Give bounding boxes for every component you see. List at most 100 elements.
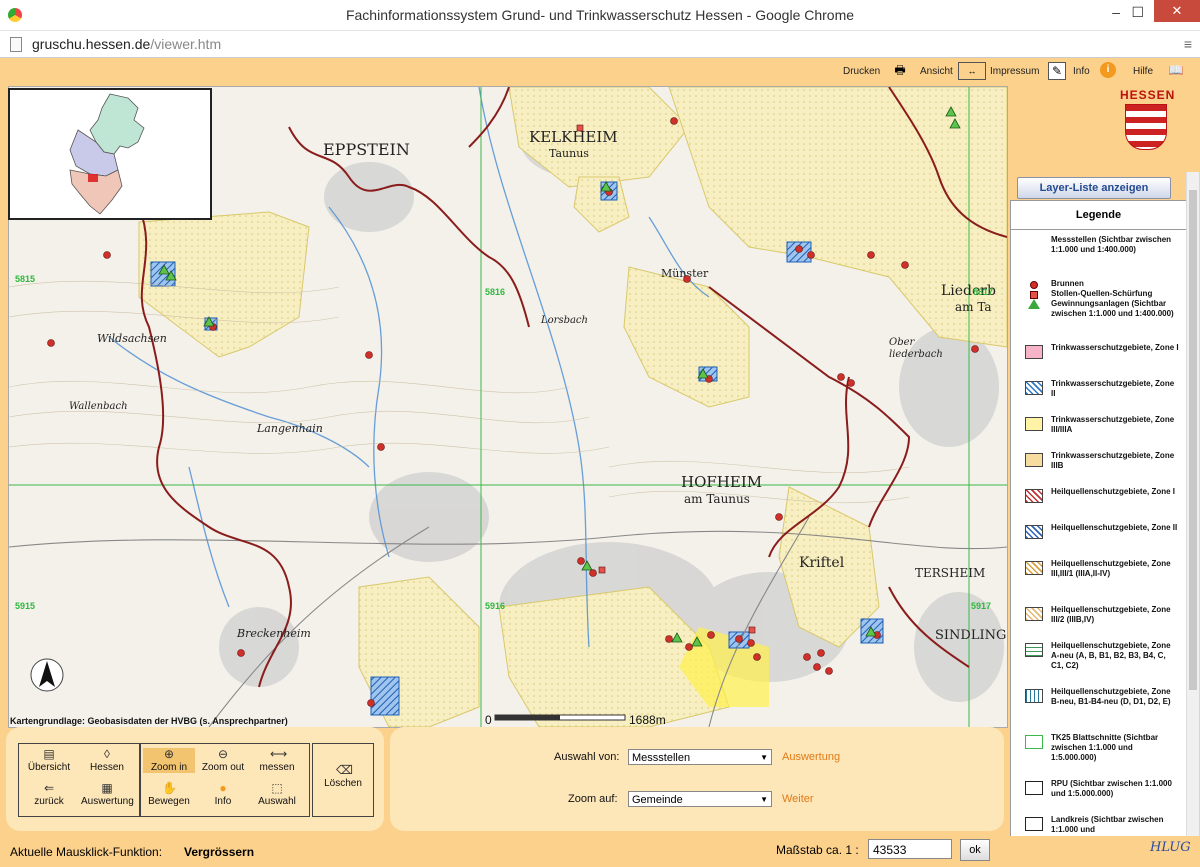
legend-item-label: Landkreis (Sichtbar zwischen 1:1.000 und — [1051, 815, 1164, 834]
help-link[interactable]: Hilfe — [1133, 66, 1153, 77]
nav-tool-group: ▤ Übersicht ◊ Hessen ⇐ zurück ▦ Auswertung — [18, 743, 140, 817]
url-text[interactable]: gruschu.hessen.de/viewer.htm — [32, 36, 221, 52]
evaluation-button[interactable]: ▦ Auswertung — [81, 781, 134, 808]
zoom-out-icon: ⊖ — [217, 747, 229, 761]
hlug-logo: HLUG — [1150, 840, 1191, 855]
grid-label: 5915 — [15, 601, 35, 611]
legend-swatch-icon — [1025, 781, 1043, 795]
legend-swatch-icon — [1025, 607, 1043, 621]
evaluation-link[interactable]: Auswertung — [782, 751, 840, 763]
info-tool-icon: ● — [219, 781, 227, 795]
url-host: gruschu.hessen.de — [32, 36, 151, 52]
minimize-icon[interactable]: – — [1112, 4, 1120, 20]
label-liederbach-lower: liederbach — [889, 349, 943, 360]
url-path: /viewer.htm — [150, 36, 222, 52]
map-credit: Kartengrundlage: Geobasisdaten der HVBG … — [10, 716, 288, 726]
imprint-link[interactable]: Impressum — [990, 66, 1039, 77]
zoom-to-value: Gemeinde — [632, 794, 683, 806]
pan-button[interactable]: ✋ Bewegen — [143, 781, 195, 808]
scale-label: Maßstab ca. 1 : — [776, 843, 859, 857]
close-icon[interactable]: ✕ — [1154, 0, 1200, 22]
layer-list-button[interactable]: Layer-Liste anzeigen — [1017, 177, 1171, 199]
hessen-button[interactable]: ◊ Hessen — [81, 748, 133, 774]
select-label: Auswahl — [258, 796, 296, 807]
view-link[interactable]: Ansicht — [920, 66, 953, 77]
maximize-icon[interactable]: ☐ — [1131, 4, 1144, 21]
label-kelkheim: KELKHEIM — [529, 128, 618, 146]
measure-button[interactable]: ⟷ messen — [251, 747, 303, 774]
legend-swatch-icon — [1025, 453, 1043, 467]
legend-item-label: Stollen-Quellen-Schürfung — [1051, 289, 1153, 298]
click-function-value: Vergrössern — [184, 845, 255, 859]
view-extent-icon[interactable]: ↔ — [958, 62, 986, 80]
zoom-in-button[interactable]: ⊕ Zoom in — [143, 748, 195, 773]
label-breckenheim: Breckenheim — [236, 627, 311, 640]
zoom-out-label: Zoom out — [201, 762, 245, 773]
hessen-crest-icon — [1125, 104, 1167, 150]
imprint-icon[interactable]: ✎ — [1048, 62, 1066, 80]
overview-button[interactable]: ▤ Übersicht — [23, 748, 75, 774]
delete-label: Löschen — [324, 778, 362, 789]
zoom-to-label: Zoom auf: — [568, 793, 618, 805]
label-liederbach-sub: am Ta — [955, 300, 992, 314]
window-title: Fachinformationssystem Grund- und Trinkw… — [345, 7, 855, 23]
label-kriftel: Kriftel — [799, 555, 845, 571]
legend-item-label: Heilquellenschutzgebiete, Zone II — [1051, 523, 1178, 532]
chevron-down-icon: ▼ — [760, 795, 768, 804]
printer-icon[interactable]: 🖶 — [892, 62, 908, 78]
select-button[interactable]: ⬚ Auswahl — [251, 781, 303, 808]
label-sindlingen: SINDLING — [935, 628, 1006, 643]
scale-ok-button[interactable]: ok — [960, 839, 990, 861]
label-wildsachsen: Wildsachsen — [97, 332, 167, 345]
legend-swatch-icon — [1028, 299, 1040, 309]
legend-swatch-icon — [1025, 381, 1043, 395]
print-link[interactable]: Drucken — [843, 66, 880, 77]
legend-scrollbar[interactable] — [1186, 172, 1199, 840]
label-kelkheim-sub: Taunus — [549, 147, 589, 160]
legend-item-label: Messstellen (Sichtbar zwischen 1:1.000 u… — [1051, 235, 1172, 254]
legend-swatch-icon — [1025, 525, 1043, 539]
ruler-icon: ⟷ — [270, 747, 288, 761]
continue-link[interactable]: Weiter — [782, 793, 814, 805]
selection-select[interactable]: Messstellen ▼ — [628, 749, 772, 765]
legend-swatch-icon — [1025, 735, 1043, 749]
legend-swatch-icon — [1025, 417, 1043, 431]
hessen-label: Hessen — [90, 762, 124, 773]
back-arrow-icon: ⇐ — [43, 781, 55, 795]
legend-item-label: Trinkwasserschutzgebiete, Zone IIIB — [1051, 451, 1175, 470]
hessen-logo: HESSEN — [1120, 88, 1176, 152]
scale-input[interactable]: 43533 — [868, 839, 952, 859]
hessen-logo-text: HESSEN — [1120, 88, 1176, 102]
legend-item-label: Heilquellenschutzgebiete, Zone III/2 (II… — [1051, 605, 1171, 624]
selection-label: Auswahl von: — [554, 751, 620, 763]
delete-button[interactable]: ⌫ Löschen — [317, 763, 369, 790]
address-bar[interactable]: gruschu.hessen.de/viewer.htm ≡ — [0, 31, 1200, 58]
legend-swatch-icon — [1030, 291, 1038, 299]
grid-label: 5816 — [485, 287, 505, 297]
info-icon[interactable]: i — [1100, 62, 1116, 78]
tool-panel: ▤ Übersicht ◊ Hessen ⇐ zurück ▦ Auswertung ⊕… — [6, 727, 384, 831]
menu-icon[interactable]: ≡ — [1184, 36, 1192, 52]
scrollbar-thumb[interactable] — [1189, 190, 1197, 690]
evaluation-icon: ▦ — [101, 781, 113, 795]
legend-swatch-icon — [1025, 561, 1043, 575]
select-rect-icon: ⬚ — [271, 781, 283, 795]
eraser-icon: ⌫ — [336, 763, 353, 777]
window-title-bar: Fachinformationssystem Grund- und Trinkw… — [0, 0, 1200, 31]
overview-map[interactable] — [8, 88, 212, 220]
grid-label: 5917 — [971, 601, 991, 611]
info-tool-button[interactable]: ● Info — [197, 781, 249, 808]
zoom-out-button[interactable]: ⊖ Zoom out — [197, 747, 249, 774]
label-eppstein: EPPSTEIN — [323, 140, 410, 159]
info-link[interactable]: Info — [1073, 66, 1090, 77]
legend-swatch-icon — [1025, 689, 1043, 703]
help-book-icon[interactable]: 📖 — [1168, 62, 1184, 78]
hessen-overview-graphic — [69, 93, 145, 215]
label-hofheim: HOFHEIM — [681, 473, 762, 491]
overview-label: Übersicht — [27, 762, 71, 773]
selection-value: Messstellen — [632, 752, 691, 764]
back-button[interactable]: ⇐ zurück — [23, 781, 75, 808]
zoom-to-select[interactable]: Gemeinde ▼ — [628, 791, 772, 807]
legend-item-label: TK25 Blattschnitte (Sichtbar zwischen 1:… — [1051, 733, 1159, 762]
hand-icon: ✋ — [162, 781, 177, 795]
